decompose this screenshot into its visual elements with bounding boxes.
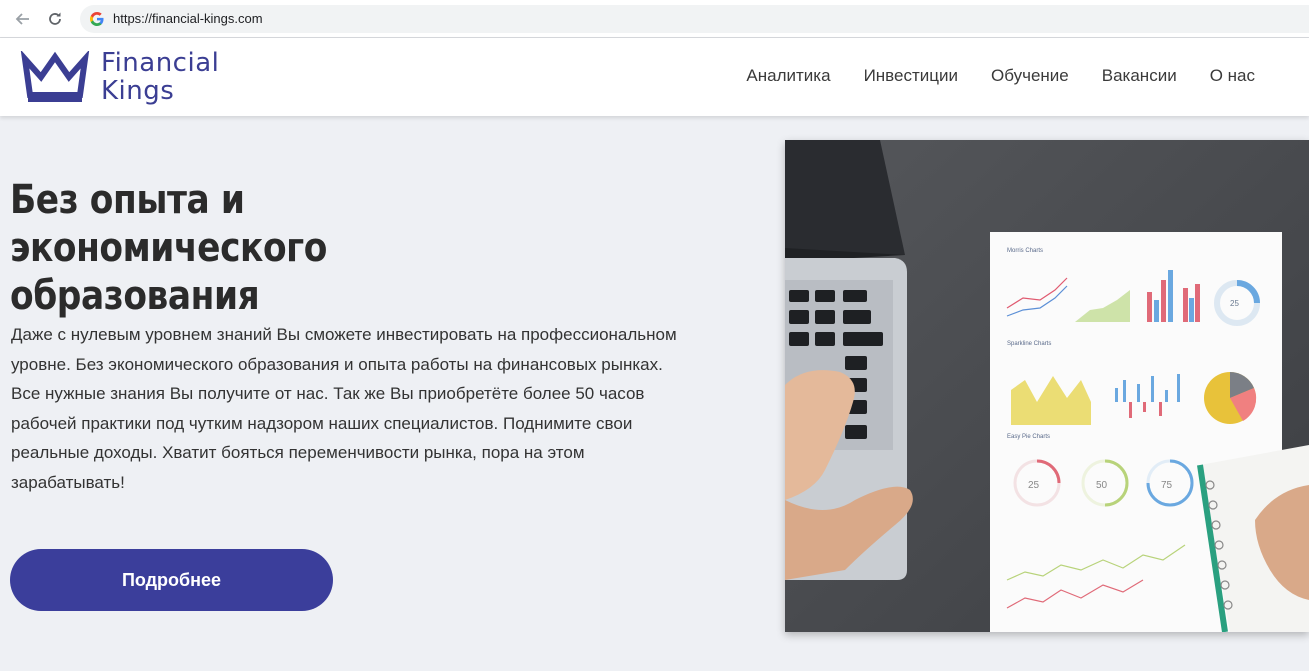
hero-title-line2: образования: [10, 273, 260, 319]
nav-education[interactable]: Обучение: [991, 66, 1069, 86]
hero-image: Morris Charts 25 Sparkline Charts Easy P…: [785, 140, 1309, 632]
crown-icon: [20, 51, 90, 102]
hero-title-line1: Без опыта и экономического: [10, 177, 327, 271]
hero-text-line: зарабатывать!: [11, 472, 125, 492]
hero-illustration: Morris Charts 25 Sparkline Charts Easy P…: [785, 140, 1309, 632]
site-header: Financial Kings Аналитика Инвестиции Обу…: [0, 38, 1309, 116]
donut-label-25: 25: [1028, 480, 1040, 491]
donut-label-50: 50: [1096, 480, 1108, 491]
chart-title-sparkline: Sparkline Charts: [1007, 341, 1051, 347]
hero-text-line: Все нужные знания Вы получите от нас. Та…: [11, 384, 645, 403]
hero-text-line: реальные доходы. Хватит бояться переменч…: [11, 443, 585, 462]
hero-text-line: уровне. Без экономического образования и…: [11, 354, 663, 374]
logo-text: Financial Kings: [101, 49, 219, 105]
nav-investments[interactable]: Инвестиции: [864, 66, 958, 86]
donut-label-75: 75: [1161, 480, 1173, 491]
reload-icon[interactable]: [42, 6, 68, 32]
main-nav: Аналитика Инвестиции Обучение Вакансии О…: [746, 66, 1255, 86]
hero-description: Даже с нулевым уровнем знаний Вы сможете…: [11, 320, 731, 497]
nav-vacancies[interactable]: Вакансии: [1102, 66, 1177, 86]
url-text[interactable]: https://financial-kings.com: [113, 11, 263, 26]
logo-line2: Kings: [101, 76, 175, 106]
nav-analytics[interactable]: Аналитика: [746, 66, 830, 86]
hero-text-line: рабочей практики под чутким надзором наш…: [11, 413, 633, 433]
chart-title-morris: Morris Charts: [1007, 248, 1043, 254]
google-icon: [90, 12, 104, 26]
back-arrow-icon[interactable]: [10, 6, 36, 32]
logo-line1: Financial: [101, 48, 220, 78]
logo[interactable]: Financial Kings: [17, 47, 237, 107]
hero-title: Без опыта и экономического образования: [10, 176, 569, 320]
address-bar[interactable]: https://financial-kings.com: [80, 5, 1309, 33]
hero-text-line: Даже с нулевым уровнем знаний Вы сможете…: [11, 325, 677, 344]
nav-about[interactable]: О нас: [1210, 66, 1255, 86]
donut-label-top: 25: [1230, 299, 1239, 308]
chart-title-pie: Easy Pie Charts: [1007, 434, 1050, 440]
more-button[interactable]: Подробнее: [10, 549, 333, 611]
browser-toolbar: https://financial-kings.com: [0, 0, 1309, 38]
